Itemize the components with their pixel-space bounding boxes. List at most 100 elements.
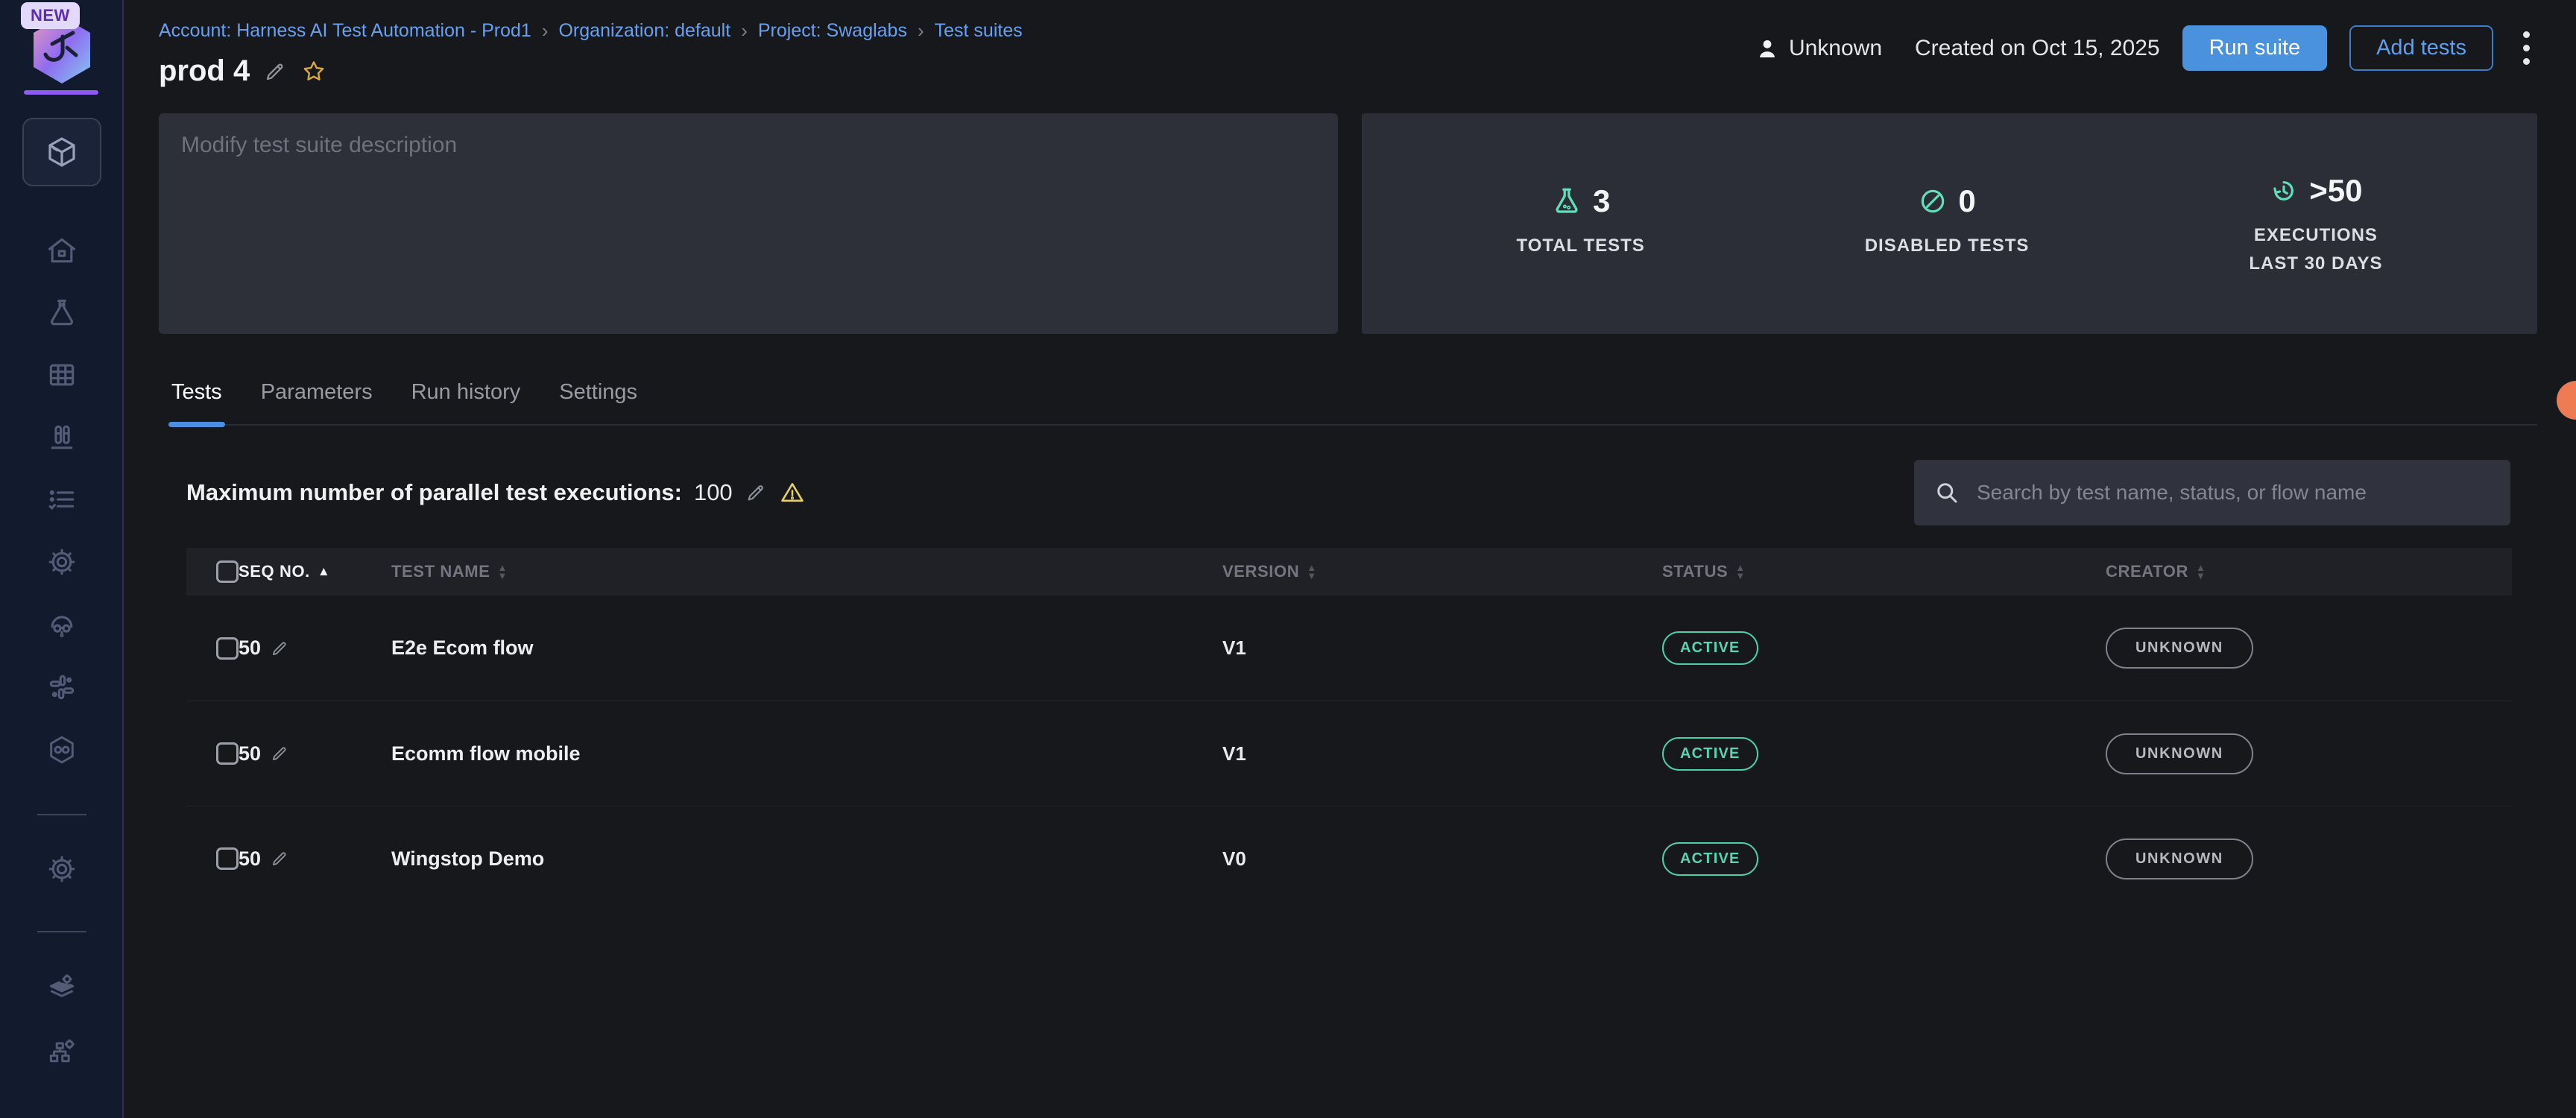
sidebar-item-flows[interactable] <box>45 733 79 767</box>
row-checkbox[interactable] <box>216 847 239 870</box>
parallel-executions-label: Maximum number of parallel test executio… <box>186 479 682 506</box>
favorite-star-icon[interactable] <box>300 58 327 85</box>
tests-toolbar: Maximum number of parallel test executio… <box>186 460 2510 525</box>
search-input[interactable] <box>1977 481 2491 505</box>
breadcrumb-project[interactable]: Project: Swaglabs <box>758 20 907 42</box>
incognito-icon <box>45 608 78 641</box>
sidebar-item-environments[interactable] <box>45 970 79 1004</box>
creator-badge: UNKNOWN <box>2106 628 2253 669</box>
breadcrumb-account[interactable]: Account: Harness AI Test Automation - Pr… <box>159 20 531 42</box>
test-version: V1 <box>1222 742 1662 765</box>
column-header-status[interactable]: STATUS▲▼ <box>1662 562 2106 581</box>
sidebar-item-checklist[interactable] <box>45 483 79 517</box>
flask-icon <box>1551 186 1582 217</box>
disabled-tests-value: 0 <box>1958 183 1975 219</box>
parallel-executions: Maximum number of parallel test executio… <box>186 479 806 506</box>
status-badge: ACTIVE <box>1662 842 1758 876</box>
tab-tests[interactable]: Tests <box>171 380 222 424</box>
run-suite-button[interactable]: Run suite <box>2182 25 2328 71</box>
column-header-test-name[interactable]: TEST NAME▲▼ <box>391 562 1222 581</box>
sidebar-item-incognito[interactable] <box>45 607 79 642</box>
new-badge: NEW <box>21 2 80 29</box>
sort-carets-icon: ▲▼ <box>1735 563 1745 580</box>
sidebar-item-flask[interactable] <box>45 296 79 330</box>
package-icon <box>44 134 80 170</box>
stat-disabled-tests: 0 DISABLED TESTS <box>1865 183 2030 264</box>
tab-parameters[interactable]: Parameters <box>261 380 373 424</box>
edit-title-pencil-icon[interactable] <box>263 60 287 83</box>
sidebar: NEW <box>0 0 124 1118</box>
row-checkbox[interactable] <box>216 637 239 660</box>
stat-executions: >50 EXECUTIONS LAST 30 DAYS <box>2249 173 2382 274</box>
test-version: V1 <box>1222 637 1662 660</box>
parallel-executions-value: 100 <box>694 479 733 506</box>
flask-icon <box>45 297 78 329</box>
column-header-version[interactable]: VERSION▲▼ <box>1222 562 1662 581</box>
table-row[interactable]: 50 Wingstop Demo V0 ACTIVE UNKNOWN <box>186 806 2512 911</box>
sidebar-item-home[interactable] <box>45 233 79 268</box>
edit-seq-pencil-icon[interactable] <box>270 744 289 763</box>
checklist-icon <box>45 484 78 517</box>
sidebar-item-test-tubes[interactable] <box>45 420 79 455</box>
test-name[interactable]: Ecomm flow mobile <box>391 742 1222 765</box>
seq-value: 50 <box>239 742 261 765</box>
creator-badge: UNKNOWN <box>2106 733 2253 774</box>
row-checkbox[interactable] <box>216 742 239 765</box>
breadcrumb-separator: › <box>542 19 549 42</box>
creator-name: Unknown <box>1789 36 1882 61</box>
sidebar-item-grid[interactable] <box>45 358 79 392</box>
seq-value: 50 <box>239 847 261 871</box>
logo-underline <box>24 90 98 95</box>
gear-icon <box>45 853 78 885</box>
tab-settings[interactable]: Settings <box>559 380 637 424</box>
stat-total-tests: 3 TOTAL TESTS <box>1516 183 1644 264</box>
test-tubes-icon <box>45 421 78 454</box>
column-header-creator[interactable]: CREATOR▲▼ <box>2106 562 2512 581</box>
disabled-tests-label: DISABLED TESTS <box>1865 236 2030 256</box>
layers-settings-icon <box>45 970 78 1003</box>
column-header-seq[interactable]: SEQ NO.▲ <box>239 562 391 581</box>
suite-description-input[interactable] <box>159 113 1338 334</box>
sort-carets-icon: ▲▼ <box>1307 563 1316 580</box>
pipelines-icon <box>45 671 78 704</box>
sort-carets-icon: ▲▼ <box>498 563 508 580</box>
more-options-kebab-icon[interactable] <box>2516 27 2537 69</box>
edit-seq-pencil-icon[interactable] <box>270 849 289 868</box>
org-settings-icon <box>45 1034 78 1067</box>
sidebar-item-suites-active[interactable] <box>22 118 101 186</box>
add-tests-button[interactable]: Add tests <box>2349 25 2493 71</box>
tab-bar: Tests Parameters Run history Settings <box>171 380 2537 426</box>
edit-parallel-pencil-icon[interactable] <box>745 481 767 504</box>
total-tests-label: TOTAL TESTS <box>1516 236 1644 256</box>
status-badge: ACTIVE <box>1662 737 1758 771</box>
tab-run-history[interactable]: Run history <box>411 380 521 424</box>
edit-seq-pencil-icon[interactable] <box>270 639 289 658</box>
search-box <box>1914 460 2510 525</box>
breadcrumb-organization[interactable]: Organization: default <box>558 20 730 42</box>
table-row[interactable]: 50 Ecomm flow mobile V1 ACTIVE UNKNOWN <box>186 701 2512 806</box>
person-icon <box>1755 36 1780 61</box>
table-header-row: SEQ NO.▲ TEST NAME▲▼ VERSION▲▼ STATUS▲▼ … <box>186 548 2512 596</box>
sidebar-item-settings[interactable] <box>45 545 79 579</box>
table-row[interactable]: 50 E2e Ecom flow V1 ACTIVE UNKNOWN <box>186 596 2512 701</box>
header-actions: Unknown Created on Oct 15, 2025 Run suit… <box>1755 25 2537 71</box>
main-content: Account: Harness AI Test Automation - Pr… <box>125 0 2576 1118</box>
executions-value: >50 <box>2309 173 2362 209</box>
created-date: Created on Oct 15, 2025 <box>1915 36 2160 61</box>
select-all-checkbox[interactable] <box>216 560 239 583</box>
sidebar-item-admin-settings[interactable] <box>45 852 79 886</box>
sidebar-item-org-structure[interactable] <box>45 1033 79 1067</box>
test-name[interactable]: E2e Ecom flow <box>391 637 1222 660</box>
test-name[interactable]: Wingstop Demo <box>391 847 1222 871</box>
warning-triangle-icon <box>779 479 806 506</box>
status-badge: ACTIVE <box>1662 631 1758 665</box>
disabled-icon <box>1918 186 1948 216</box>
sidebar-item-pipelines[interactable] <box>45 670 79 704</box>
home-icon <box>45 234 78 267</box>
stats-card: 3 TOTAL TESTS 0 DISABLED TESTS <box>1362 113 2537 334</box>
total-tests-value: 3 <box>1593 183 1610 219</box>
breadcrumb-separator: › <box>918 19 924 42</box>
breadcrumb-test-suites[interactable]: Test suites <box>935 20 1023 42</box>
executions-label: EXECUTIONS <box>2249 225 2382 246</box>
sort-carets-icon: ▲▼ <box>2196 563 2206 580</box>
